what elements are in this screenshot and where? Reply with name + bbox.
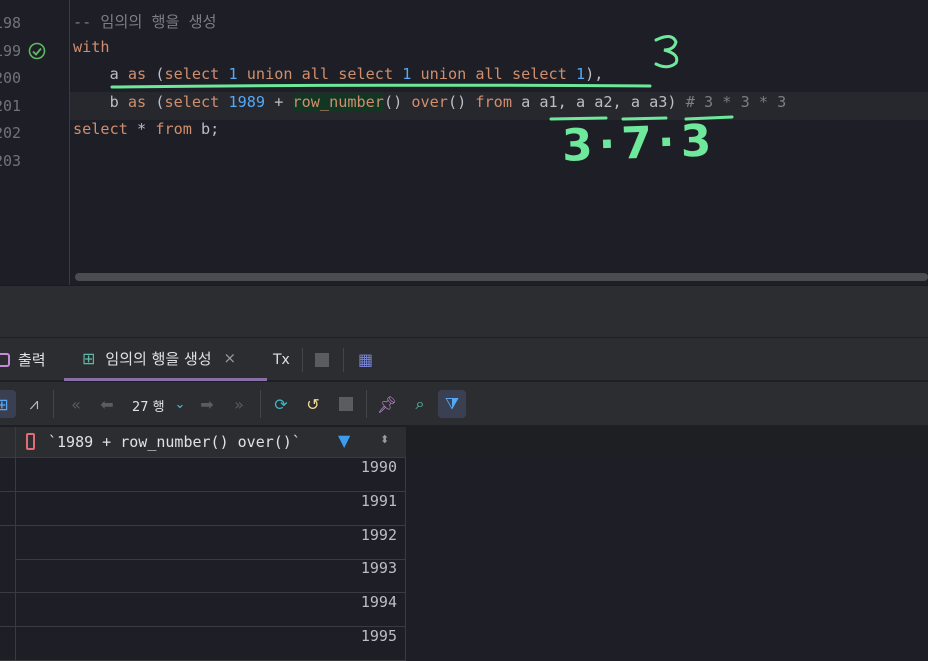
code-token: select xyxy=(73,120,128,138)
code-token: * xyxy=(127,120,156,138)
results-tab-bar: 출력 ⊞ 임의의 행을 생성 × Tx ▦ xyxy=(0,337,928,381)
chart-view-icon[interactable]: ⩘ xyxy=(20,390,48,418)
filter-icon[interactable]: ▼ xyxy=(338,431,350,450)
code-token: row_number xyxy=(292,93,384,111)
horizontal-scrollbar[interactable] xyxy=(75,273,928,281)
code-token: b xyxy=(73,93,128,111)
row-number-cell[interactable] xyxy=(0,559,16,593)
handwritten-note: 3·7·3 xyxy=(561,115,719,172)
code-token: 1 xyxy=(228,65,238,83)
column-type-icon xyxy=(26,433,35,450)
row-number-cell[interactable] xyxy=(0,458,16,491)
next-page-icon[interactable]: ➡ xyxy=(193,390,221,418)
column-name: `1989 + row_number() over()` xyxy=(48,433,301,451)
tab-output[interactable]: 출력 xyxy=(0,338,46,381)
tab-result-table[interactable]: ⊞ 임의의 행을 생성 × xyxy=(64,338,267,381)
results-grid: `1989 + row_number() over()` ▼ ⬍ 1990 199… xyxy=(0,427,928,661)
code-token: ), xyxy=(585,65,604,83)
table-cell[interactable]: 1994 xyxy=(361,593,397,611)
filter-panel-icon[interactable]: ⧩ xyxy=(438,390,466,418)
code-token: ( xyxy=(146,93,165,111)
code-token: a xyxy=(73,65,128,83)
code-token: () xyxy=(383,93,412,111)
row-number-cell[interactable] xyxy=(0,627,16,660)
code-token: over xyxy=(411,93,448,111)
code-token: + xyxy=(265,93,293,111)
line-number: 199 xyxy=(0,42,22,60)
transaction-button[interactable]: Tx xyxy=(273,338,290,381)
sort-icon[interactable]: ⬍ xyxy=(380,433,389,446)
code-token: -- 임의의 행을 생성 xyxy=(73,13,217,31)
tab-label: 출력 xyxy=(18,351,46,369)
table-icon: ⊞ xyxy=(82,348,96,368)
table-cell[interactable]: 1995 xyxy=(361,627,397,645)
close-tab-icon[interactable]: × xyxy=(224,349,237,367)
history-icon[interactable]: ↺ xyxy=(299,390,327,418)
chevron-down-icon[interactable]: ⌄ xyxy=(166,390,194,418)
table-view-icon[interactable]: ⊞ xyxy=(0,390,16,418)
last-page-icon[interactable]: » xyxy=(225,390,253,418)
code-token: as xyxy=(127,93,147,111)
table-cell[interactable]: 1992 xyxy=(361,526,397,544)
line-number: 201 xyxy=(0,97,22,115)
line-number: 202 xyxy=(0,124,22,142)
code-line[interactable]: a as (select 1 union all select 1 union … xyxy=(73,65,604,92)
row-number-cell[interactable] xyxy=(0,491,16,525)
stop-query-icon[interactable] xyxy=(332,390,360,418)
stop-icon[interactable] xyxy=(315,338,329,381)
table-row[interactable]: 1990 xyxy=(0,458,406,492)
code-token: 1989 xyxy=(228,93,266,111)
output-icon xyxy=(0,352,10,367)
code-line[interactable]: with xyxy=(73,38,110,65)
table-row[interactable]: 1993 xyxy=(0,559,406,594)
pin-icon[interactable]: 📌︎ xyxy=(373,390,401,418)
table-row[interactable]: 1991 xyxy=(0,491,406,526)
code-line[interactable]: -- 임의의 행을 생성 xyxy=(73,10,217,37)
line-number: 203 xyxy=(0,152,22,170)
code-token: union all select xyxy=(411,65,576,83)
search-icon[interactable]: ⌕ xyxy=(406,390,434,418)
code-token: a a1, a a2, a a3) xyxy=(511,93,686,111)
line-number: 200 xyxy=(0,69,22,87)
results-toolbar: ⊞ ⩘ « ⬅ 27 행 ⌄ ➡ » ⟳ ↺ 📌︎ ⌕ ⧩ xyxy=(0,382,928,426)
code-token: ( xyxy=(146,65,165,83)
first-page-icon[interactable]: « xyxy=(62,390,90,418)
layout-icon[interactable]: ▦ xyxy=(358,338,373,381)
code-token: b; xyxy=(191,120,220,138)
prev-page-icon[interactable]: ⬅ xyxy=(93,390,121,418)
table-cell[interactable]: 1991 xyxy=(361,492,397,510)
line-number: 198 xyxy=(0,14,22,32)
code-token: select xyxy=(164,93,229,111)
code-editor[interactable]: 198-- 임의의 행을 생성199with200 a as (select 1… xyxy=(0,0,928,285)
table-row[interactable]: 1992 xyxy=(0,525,406,560)
table-cell[interactable]: 1990 xyxy=(361,458,397,476)
code-line[interactable]: select * from b; xyxy=(73,120,219,147)
code-token: with xyxy=(73,38,110,56)
code-token: as xyxy=(127,65,147,83)
tab-label: 임의의 행을 생성 xyxy=(105,349,212,368)
code-token: () xyxy=(447,93,476,111)
refresh-icon[interactable]: ⟳ xyxy=(267,390,295,418)
code-token: union all select xyxy=(237,65,403,83)
row-number-cell[interactable] xyxy=(0,593,16,627)
code-token: # 3 * 3 * 3 xyxy=(685,93,787,111)
table-cell[interactable]: 1993 xyxy=(361,559,397,577)
table-row[interactable]: 1994 xyxy=(0,593,406,628)
code-token: 1 xyxy=(575,65,586,83)
column-header[interactable]: `1989 + row_number() over()` ▼ ⬍ xyxy=(0,427,406,458)
row-number-cell[interactable] xyxy=(0,525,16,559)
table-row[interactable]: 1995 xyxy=(0,627,406,661)
code-token: from xyxy=(475,93,512,111)
row-count: 27 행 xyxy=(132,400,165,415)
code-token: select xyxy=(164,65,229,83)
code-token: from xyxy=(155,120,192,138)
panel-splitter[interactable] xyxy=(0,285,928,337)
